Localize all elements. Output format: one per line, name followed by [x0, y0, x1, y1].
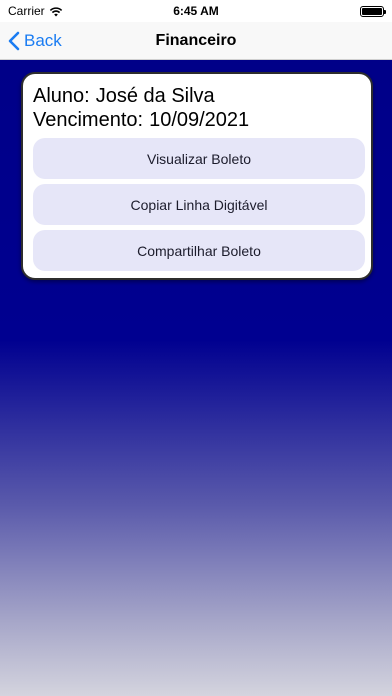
copy-digitable-line-button[interactable]: Copiar Linha Digitável [33, 184, 365, 225]
content-area: Aluno: José da Silva Vencimento: 10/09/2… [0, 60, 392, 696]
status-bar: Carrier 6:45 AM [0, 0, 392, 22]
status-right [360, 5, 386, 17]
carrier-label: Carrier [8, 4, 45, 18]
view-boleto-button[interactable]: Visualizar Boleto [33, 138, 365, 179]
due-label: Vencimento: [33, 109, 144, 131]
page-title: Financeiro [155, 31, 237, 49]
back-label: Back [24, 31, 62, 50]
student-label: Aluno: [33, 85, 90, 107]
due-date: 10/09/2021 [149, 109, 250, 131]
boleto-card: Aluno: José da Silva Vencimento: 10/09/2… [21, 72, 373, 280]
battery-icon [360, 5, 386, 17]
chevron-left-icon [8, 31, 20, 51]
due-date-row: Vencimento: 10/09/2021 [33, 108, 361, 132]
student-name: José da Silva [95, 85, 215, 107]
wifi-icon [49, 6, 62, 16]
status-left: Carrier [8, 4, 63, 18]
student-row: Aluno: José da Silva [33, 84, 361, 108]
navigation-bar: Back Financeiro [0, 22, 392, 60]
action-buttons: Visualizar Boleto Copiar Linha Digitável… [33, 138, 365, 271]
back-button[interactable]: Back [8, 22, 62, 60]
share-boleto-button[interactable]: Compartilhar Boleto [33, 230, 365, 271]
